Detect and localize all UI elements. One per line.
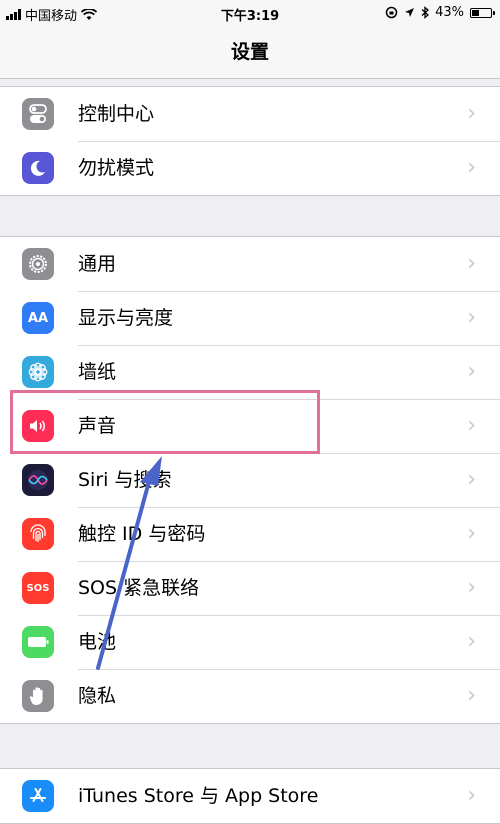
chevron-right-icon: › <box>467 575 476 600</box>
rotation-lock-icon <box>385 6 398 19</box>
siri-icon <box>22 464 54 496</box>
chevron-right-icon: › <box>467 359 476 384</box>
chevron-right-icon: › <box>467 783 476 808</box>
chevron-right-icon: › <box>467 629 476 654</box>
row-label: 触控 ID 与密码 <box>78 523 206 545</box>
settings-row-siri-search[interactable]: Siri 与搜索 › <box>0 453 500 507</box>
row-label: 通用 <box>78 253 117 275</box>
settings-row-do-not-disturb[interactable]: 勿扰模式 › <box>0 141 500 195</box>
settings-row-emergency-sos[interactable]: SOS SOS 紧急联络 › <box>0 561 500 615</box>
row-label: iTunes Store 与 App Store <box>78 785 319 807</box>
settings-row-general[interactable]: 通用 › <box>0 237 500 291</box>
settings-row-touch-id-passcode[interactable]: 触控 ID 与密码 › <box>0 507 500 561</box>
battery-percentage: 43% <box>435 5 464 20</box>
settings-group-3: iTunes Store 与 App Store › <box>0 768 500 824</box>
row-label: 勿扰模式 <box>78 157 155 179</box>
navigation-bar: 设置 <box>0 26 500 79</box>
bluetooth-icon <box>421 6 430 19</box>
chevron-right-icon: › <box>467 467 476 492</box>
chevron-right-icon: › <box>467 413 476 438</box>
settings-row-display-brightness[interactable]: AA 显示与亮度 › <box>0 291 500 345</box>
sos-icon: SOS <box>22 572 54 604</box>
hand-icon <box>22 680 54 712</box>
app-store-icon <box>22 780 54 812</box>
row-label: SOS 紧急联络 <box>78 577 200 599</box>
settings-row-privacy[interactable]: 隐私 › <box>0 669 500 723</box>
gear-icon <box>22 248 54 280</box>
battery-icon <box>22 626 54 658</box>
chevron-right-icon: › <box>467 251 476 276</box>
chevron-right-icon: › <box>467 155 476 180</box>
chevron-right-icon: › <box>467 521 476 546</box>
status-bar: 中国移动 下午3:19 43% <box>0 0 500 26</box>
battery-indicator-icon <box>470 7 495 18</box>
fingerprint-icon <box>22 518 54 550</box>
settings-row-battery[interactable]: 电池 › <box>0 615 500 669</box>
settings-row-itunes-app-store[interactable]: iTunes Store 与 App Store › <box>0 769 500 823</box>
settings-group-2: 通用 › AA 显示与亮度 › 墙纸 › 声音 › Siri 与搜索 › 触控 … <box>0 236 500 724</box>
row-label: 隐私 <box>78 685 117 707</box>
toggles-icon <box>22 98 54 130</box>
chevron-right-icon: › <box>467 683 476 708</box>
row-label: Siri 与搜索 <box>78 469 172 491</box>
row-label: 电池 <box>78 631 117 653</box>
flower-icon <box>22 356 54 388</box>
chevron-right-icon: › <box>467 101 476 126</box>
row-label: 显示与亮度 <box>78 307 174 329</box>
settings-group-1: 控制中心 › 勿扰模式 › <box>0 86 500 196</box>
settings-row-control-center[interactable]: 控制中心 › <box>0 87 500 141</box>
highlight-box <box>10 390 320 454</box>
moon-icon <box>22 152 54 184</box>
display-aa-icon: AA <box>22 302 54 334</box>
page-title: 设置 <box>230 41 269 63</box>
row-label: 控制中心 <box>78 103 155 125</box>
chevron-right-icon: › <box>467 305 476 330</box>
battery-fill <box>472 9 480 16</box>
location-icon <box>405 8 415 17</box>
